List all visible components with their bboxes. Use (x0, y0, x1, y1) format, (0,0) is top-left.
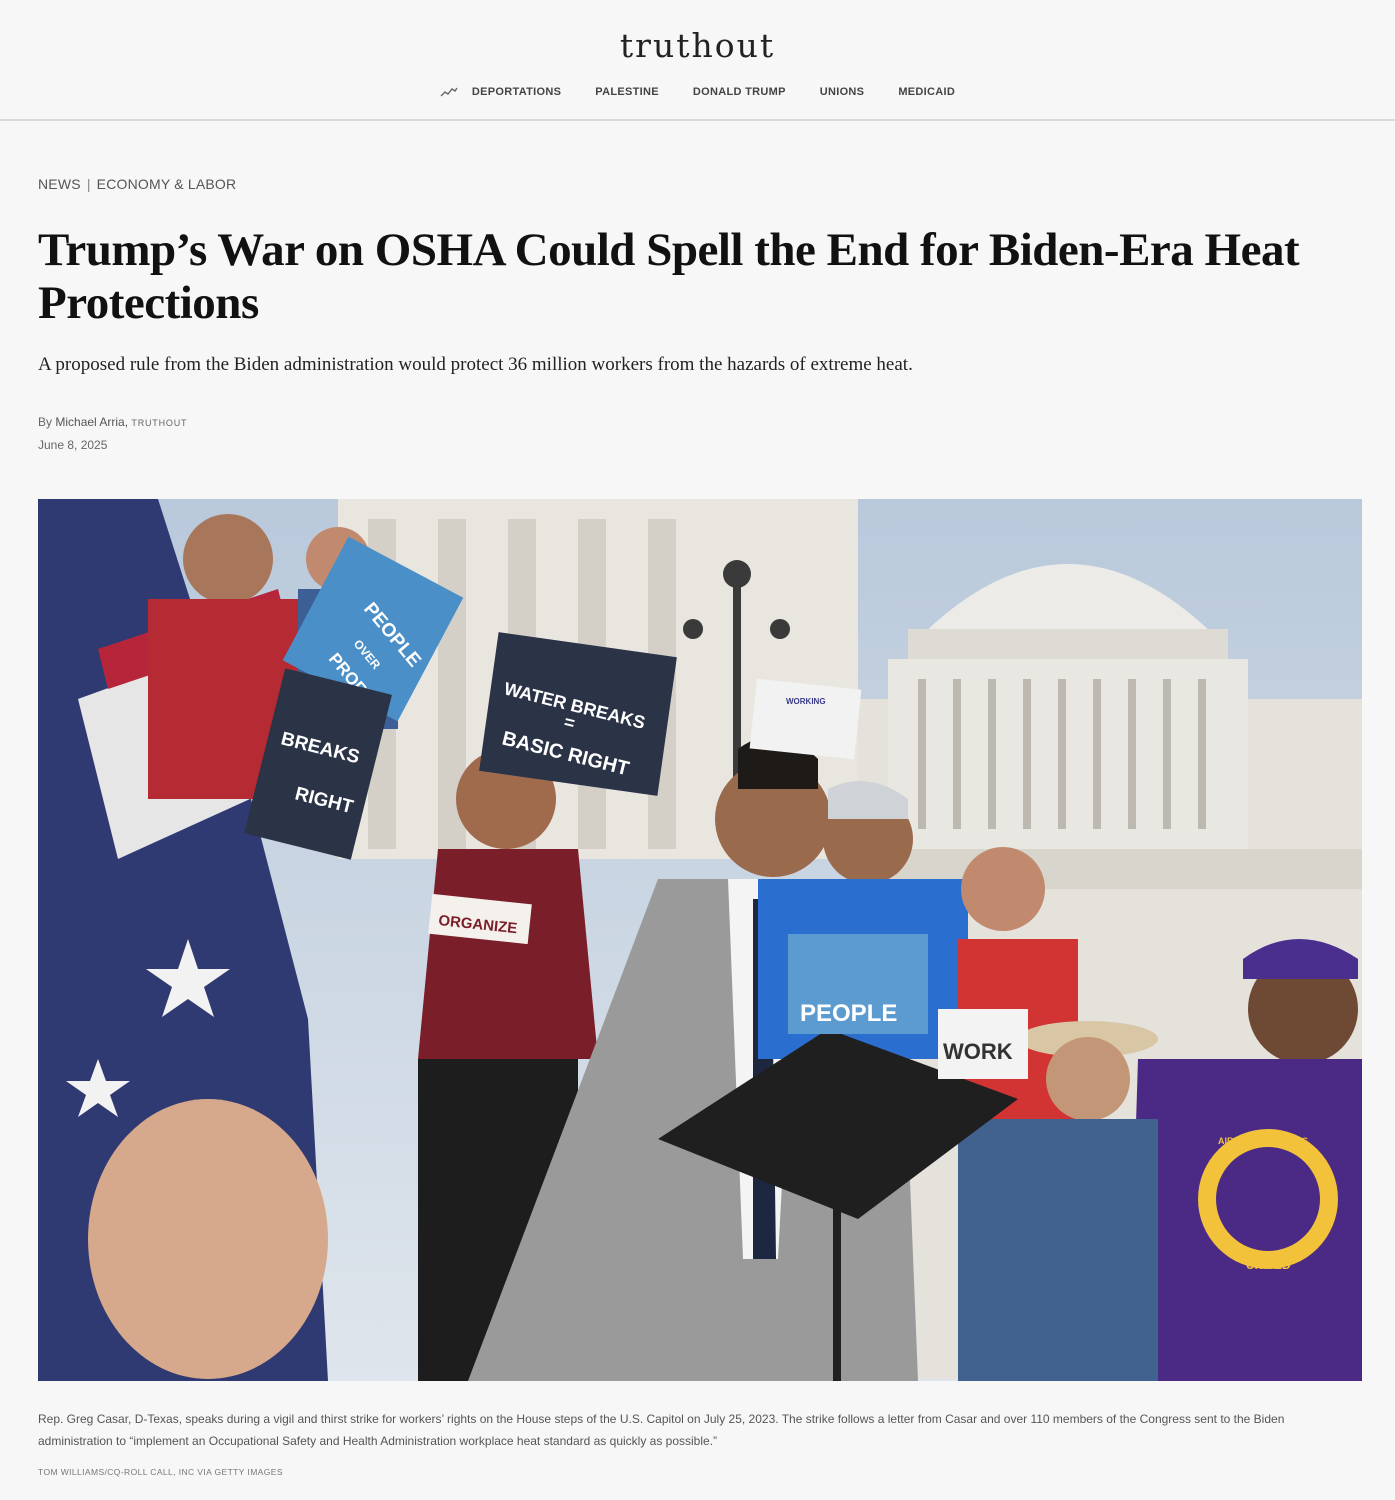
site-logo[interactable]: truthout (0, 26, 1395, 65)
byline-prefix: By (38, 415, 53, 429)
sign-water-breaks: WATER BREAKS = BASIC RIGHT (479, 632, 677, 796)
photo-credit: Tom Williams/CQ-Roll Call, Inc via Getty… (38, 1467, 283, 1477)
publish-date: June 8, 2025 (38, 438, 108, 452)
byline-author[interactable]: Michael Arria, (55, 415, 128, 429)
nav-item-donald-trump[interactable]: DONALD TRUMP (693, 86, 786, 98)
trending-icon (440, 87, 458, 97)
site-header: truthout DEPORTATIONS PALESTINE DONALD T… (0, 0, 1395, 121)
hero-photo: PEOPLE OVER PROFITS BREAKS RIGHT WATER B… (38, 499, 1362, 1381)
byline: By Michael Arria, Truthout (38, 415, 187, 429)
hero-photo-illustration: PEOPLE OVER PROFITS BREAKS RIGHT WATER B… (38, 499, 1362, 1381)
article-headline: Trump’s War on OSHA Could Spell the End … (38, 224, 1300, 329)
nav-item-medicaid[interactable]: MEDICAID (898, 86, 955, 98)
breadcrumb: NEWS | ECONOMY & LABOR (38, 176, 236, 192)
sign-people: PEOPLE (788, 934, 928, 1034)
sign-working: WORKING (749, 678, 862, 760)
nav-item-unions[interactable]: UNIONS (820, 86, 865, 98)
sign-work: WORK (938, 1009, 1028, 1079)
breadcrumb-category[interactable]: ECONOMY & LABOR (97, 176, 237, 192)
nav-item-palestine[interactable]: PALESTINE (595, 86, 659, 98)
byline-publication: Truthout (131, 418, 188, 428)
breadcrumb-section-news[interactable]: NEWS (38, 176, 81, 192)
breadcrumb-separator: | (86, 176, 91, 192)
topic-nav: DEPORTATIONS PALESTINE DONALD TRUMP UNIO… (0, 86, 1395, 98)
shirt-text-airport-workers: AIRPORT WORKERS (1218, 1136, 1308, 1146)
shirt-text-united: UNITED (1246, 1258, 1291, 1272)
nav-item-deportations[interactable]: DEPORTATIONS (472, 86, 561, 98)
sign-text-people-2: PEOPLE (800, 1000, 897, 1027)
photo-caption: Rep. Greg Casar, D-Texas, speaks during … (38, 1412, 1285, 1448)
article-dek: A proposed rule from the Biden administr… (38, 354, 913, 375)
sign-text-work: WORK (943, 1039, 1013, 1064)
sign-text-working: WORKING (786, 697, 826, 706)
